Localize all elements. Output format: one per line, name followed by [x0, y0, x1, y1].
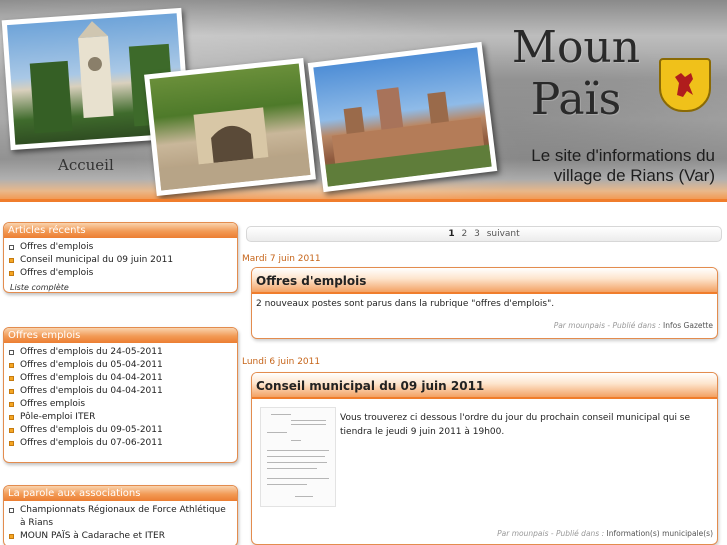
banner-photo-village: [307, 41, 498, 193]
page-link-2[interactable]: 2: [461, 229, 467, 239]
association-item[interactable]: Championnats Régionaux de Force Athlétiq…: [8, 504, 233, 530]
job-offer-item[interactable]: Offres d'emplois du 24-05-2011: [8, 346, 233, 359]
lion-icon: [675, 73, 693, 97]
village-illustration: [325, 87, 492, 187]
associations-box: La parole aux associations Championnats …: [3, 485, 238, 545]
post-title[interactable]: Offres d'emplois: [252, 268, 717, 294]
post-body: Vous trouverez ci dessous l'ordre du jou…: [340, 413, 691, 437]
post-category[interactable]: Information(s) municipale(s): [607, 529, 713, 538]
bullet-icon: [9, 415, 14, 420]
bullet-icon: [9, 402, 14, 407]
post-date: Mardi 7 juin 2011: [242, 254, 321, 264]
bullet-icon: [9, 441, 14, 446]
site-subtitle-line1: Le site d'informations du: [531, 146, 715, 165]
job-offers-list: Offres d'emplois du 24-05-2011 Offres d'…: [4, 343, 237, 452]
page-current: 1: [448, 229, 455, 239]
recent-articles-box: Articles récents Offres d'emplois Consei…: [3, 222, 238, 293]
recent-articles-title: Articles récents: [4, 223, 237, 238]
associations-list: Championnats Régionaux de Force Athlétiq…: [4, 501, 237, 545]
post-published-label: - Publié dans :: [607, 321, 661, 330]
bullet-icon: [9, 376, 14, 381]
bullet-icon: [9, 271, 14, 276]
bullet-icon: [9, 245, 14, 250]
bullet-icon: [9, 350, 14, 355]
full-list-link[interactable]: Liste complète: [4, 282, 237, 292]
coat-of-arms-icon: [659, 58, 711, 112]
post-date: Lundi 6 juin 2011: [242, 357, 321, 367]
recent-article-item[interactable]: Conseil municipal du 09 juin 2011: [8, 254, 233, 267]
bullet-icon: [9, 534, 14, 539]
site-subtitle: Le site d'informations du village de Ria…: [505, 146, 715, 186]
bullet-icon: [9, 389, 14, 394]
post-category[interactable]: Infos Gazette: [663, 321, 713, 330]
site-title-line1: Moun: [511, 22, 641, 73]
job-offer-item[interactable]: Offres d'emplois du 09-05-2011: [8, 424, 233, 437]
fountain-illustration: [158, 107, 311, 191]
associations-title: La parole aux associations: [4, 486, 237, 501]
job-offers-box: Offres emplois Offres d'emplois du 24-05…: [3, 327, 238, 463]
post-meta: Par mounpais - Publié dans : Information…: [497, 529, 713, 538]
agenda-document-thumbnail[interactable]: [260, 407, 336, 507]
job-offer-item[interactable]: Offres d'emplois du 04-04-2011: [8, 385, 233, 398]
job-offer-item[interactable]: Offres d'emplois du 04-04-2011: [8, 372, 233, 385]
site-title: Moun Païs: [496, 22, 656, 126]
recent-article-item[interactable]: Offres d'emplois: [8, 267, 233, 280]
next-page-link[interactable]: suivant: [487, 229, 520, 239]
post-article: Offres d'emplois 2 nouveaux postes sont …: [251, 267, 718, 339]
pagination: 1 2 3 suivant: [246, 226, 722, 242]
post-article: Conseil municipal du 09 juin 2011 Vous t…: [251, 372, 718, 545]
page-link-3[interactable]: 3: [474, 229, 480, 239]
post-meta: Par mounpais - Publié dans : Infos Gazet…: [554, 321, 713, 330]
post-title[interactable]: Conseil municipal du 09 juin 2011: [252, 373, 717, 399]
header-banner: Accueil Moun Païs Le site d'informations…: [0, 0, 727, 202]
home-link[interactable]: Accueil: [58, 156, 114, 174]
recent-articles-list: Offres d'emplois Conseil municipal du 09…: [4, 238, 237, 282]
post-author[interactable]: Par mounpais: [554, 321, 605, 330]
bullet-icon: [9, 258, 14, 263]
site-title-line2: Païs: [530, 74, 622, 125]
bullet-icon: [9, 508, 14, 513]
post-body: 2 nouveaux postes sont parus dans la rub…: [256, 299, 555, 309]
job-offers-title: Offres emplois: [4, 328, 237, 343]
job-offer-item[interactable]: Offres d'emplois du 07-06-2011: [8, 437, 233, 450]
banner-photo-fountain: [144, 57, 316, 197]
bullet-icon: [9, 363, 14, 368]
association-item[interactable]: MOUN PAÏS à Cadarache et ITER: [8, 530, 233, 543]
post-published-label: - Publié dans :: [550, 529, 605, 538]
site-subtitle-line2: village de Rians (Var): [553, 166, 715, 185]
job-offer-item[interactable]: Offres emplois: [8, 398, 233, 411]
post-author[interactable]: Par mounpais: [497, 529, 548, 538]
job-offer-item[interactable]: Offres d'emplois du 05-04-2011: [8, 359, 233, 372]
bullet-icon: [9, 428, 14, 433]
job-offer-item[interactable]: Pôle-emploi ITER: [8, 411, 233, 424]
recent-article-item[interactable]: Offres d'emplois: [8, 241, 233, 254]
